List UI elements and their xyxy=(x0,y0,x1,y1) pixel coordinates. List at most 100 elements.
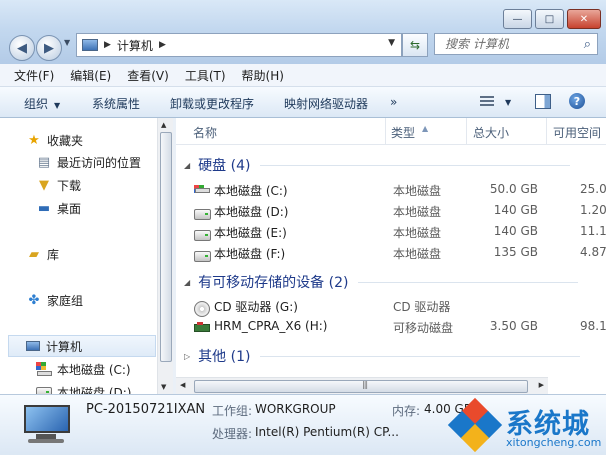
drive-name: 本地磁盘 (C:) xyxy=(214,184,288,198)
nav-recent-label: 最近访问的位置 xyxy=(57,155,142,170)
nav-favorites[interactable]: ★ 收藏夹 xyxy=(26,130,83,150)
search-icon[interactable]: ⌕ xyxy=(584,37,591,52)
nav-computer[interactable]: 计算机 xyxy=(8,335,156,357)
drive-name: 本地磁盘 (E:) xyxy=(214,226,287,240)
group-removable-label: 有可移动存储的设备 (2) xyxy=(198,275,349,291)
nav-recent[interactable]: ▤ 最近访问的位置 xyxy=(36,152,141,172)
scrollbar-grip-icon: ||| xyxy=(362,380,368,389)
refresh-icon: ⇆ xyxy=(409,38,421,52)
drive-free: 11.1 xyxy=(580,224,606,238)
menu-help[interactable]: 帮助(H) xyxy=(242,67,284,84)
group-hard-disks-label: 硬盘 (4) xyxy=(198,158,251,174)
drive-free: 1.20 xyxy=(580,203,606,217)
forward-button[interactable]: ▶ xyxy=(36,35,62,61)
drive-free: 98.1 xyxy=(580,319,606,333)
address-dropdown-icon[interactable]: ▼ xyxy=(388,38,395,48)
nav-desktop[interactable]: ▬ 桌面 xyxy=(36,198,81,218)
back-button[interactable]: ◀ xyxy=(9,35,35,61)
menu-view[interactable]: 查看(V) xyxy=(127,67,169,84)
scrollbar-thumb[interactable] xyxy=(194,380,528,393)
scroll-down-icon[interactable]: ▼ xyxy=(161,383,166,391)
collapse-triangle-icon[interactable]: ◢ xyxy=(184,161,190,170)
drive-name: 本地磁盘 (F:) xyxy=(214,247,286,261)
nav-favorites-label: 收藏夹 xyxy=(47,133,84,148)
drive-type: 本地磁盘 xyxy=(393,205,442,219)
drive-total: 140 GB xyxy=(493,203,538,217)
drive-row-e[interactable]: 本地磁盘 (E:) 本地磁盘 140 GB 11.1 xyxy=(176,221,606,241)
nav-libraries[interactable]: ▰ 库 xyxy=(26,244,59,264)
minimize-button[interactable]: — xyxy=(503,9,532,29)
watermark-url: xitongcheng.com xyxy=(506,436,602,449)
group-divider xyxy=(260,355,581,357)
drive-row-g[interactable]: CD 驱动器 (G:) CD 驱动器 xyxy=(176,295,606,317)
computer-large-icon xyxy=(22,405,72,445)
address-bar[interactable]: ▶ 计算机 ▶ ▼ xyxy=(76,33,402,57)
breadcrumb-computer[interactable]: 计算机 xyxy=(117,37,153,54)
map-network-drive-button[interactable]: 映射网络驱动器 xyxy=(284,95,368,112)
nav-drive-d[interactable]: 本地磁盘 (D:) xyxy=(36,382,131,394)
drive-name: HRM_CPRA_X6 (H:) xyxy=(214,319,328,333)
close-button[interactable]: ✕ xyxy=(567,9,601,29)
drive-type: 本地磁盘 xyxy=(393,184,442,198)
close-icon: ✕ xyxy=(579,13,589,25)
workgroup-value: WORKGROUP xyxy=(255,402,336,416)
command-bar: 组织 ▼ 系统属性 卸载或更改程序 映射网络驱动器 » ▼ ? xyxy=(0,87,606,118)
nav-drive-c-label: 本地磁盘 (C:) xyxy=(57,362,131,377)
file-list-pane: 名称 类型 ▲ 总大小 可用空间 ◢ 硬盘 (4) 本地磁盘 (C:) 本地磁盘… xyxy=(176,118,606,394)
drive-type: CD 驱动器 xyxy=(393,300,451,314)
group-other-label: 其他 (1) xyxy=(198,349,251,365)
navigation-pane: ★ 收藏夹 ▤ 最近访问的位置 ▼ 下载 ▬ 桌面 ▰ 库 ✤ 家庭组 计算机 xyxy=(0,118,172,394)
more-commands-button[interactable]: » xyxy=(390,95,397,109)
scroll-right-icon[interactable]: ▶ xyxy=(539,381,544,389)
uninstall-program-button[interactable]: 卸载或更改程序 xyxy=(170,95,254,112)
drive-row-d[interactable]: 本地磁盘 (D:) 本地磁盘 140 GB 1.20 xyxy=(176,200,606,220)
drive-row-c[interactable]: 本地磁盘 (C:) 本地磁盘 50.0 GB 25.0 xyxy=(176,179,606,199)
view-options-icon[interactable] xyxy=(480,96,494,108)
scroll-left-icon[interactable]: ◀ xyxy=(180,381,185,389)
explorer-window: — □ ✕ ◀ ▶ ▼ ▶ 计算机 ▶ ▼ ⇆ ⌕ 文件(F) 编辑(E) 查看… xyxy=(0,0,606,455)
column-total-size[interactable]: 总大小 xyxy=(473,124,509,141)
preview-pane-icon[interactable] xyxy=(535,94,551,109)
drive-row-f[interactable]: 本地磁盘 (F:) 本地磁盘 135 GB 4.87 xyxy=(176,242,606,262)
group-other[interactable]: ▷ 其他 (1) xyxy=(184,346,581,366)
scroll-up-icon[interactable]: ▲ xyxy=(161,121,166,129)
scrollbar-thumb[interactable] xyxy=(160,132,172,362)
recent-pages-dropdown[interactable]: ▼ xyxy=(64,38,70,47)
view-dropdown-icon[interactable]: ▼ xyxy=(505,98,511,107)
menu-bar: 文件(F) 编辑(E) 查看(V) 工具(T) 帮助(H) xyxy=(0,64,606,87)
organize-button[interactable]: 组织 ▼ xyxy=(24,95,60,112)
drive-free: 4.87 xyxy=(580,245,606,259)
breadcrumb-separator-icon[interactable]: ▶ xyxy=(159,40,166,50)
nav-homegroup[interactable]: ✤ 家庭组 xyxy=(26,290,83,310)
menu-tools[interactable]: 工具(T) xyxy=(185,67,226,84)
group-removable[interactable]: ◢ 有可移动存储的设备 (2) xyxy=(184,272,579,292)
watermark-logo-icon xyxy=(447,397,503,453)
expand-triangle-icon[interactable]: ▷ xyxy=(184,352,190,361)
nav-vertical-scrollbar[interactable]: ▲ ▼ xyxy=(157,118,173,394)
menu-file[interactable]: 文件(F) xyxy=(14,67,54,84)
group-hard-disks[interactable]: ◢ 硬盘 (4) xyxy=(184,155,571,175)
search-input[interactable] xyxy=(443,36,577,52)
forward-arrow-icon: ▶ xyxy=(44,40,54,56)
nav-drive-c[interactable]: 本地磁盘 (C:) xyxy=(36,359,131,379)
column-type[interactable]: 类型 xyxy=(391,124,415,141)
downloads-folder-icon: ▼ xyxy=(39,177,49,193)
help-icon[interactable]: ? xyxy=(569,93,585,109)
system-properties-button[interactable]: 系统属性 xyxy=(92,95,140,112)
search-box[interactable]: ⌕ xyxy=(434,33,598,55)
content-horizontal-scrollbar[interactable]: ◀ ||| ▶ xyxy=(176,377,548,395)
drive-free: 25.0 xyxy=(580,182,606,196)
column-free-space[interactable]: 可用空间 xyxy=(553,124,601,141)
drive-total: 3.50 GB xyxy=(489,319,538,333)
nav-downloads-label: 下载 xyxy=(57,178,82,193)
nav-desktop-label: 桌面 xyxy=(57,201,82,216)
maximize-button[interactable]: □ xyxy=(535,9,564,29)
refresh-button[interactable]: ⇆ xyxy=(402,33,428,57)
menu-edit[interactable]: 编辑(E) xyxy=(70,67,111,84)
nav-downloads[interactable]: ▼ 下载 xyxy=(36,175,81,195)
minimize-icon: — xyxy=(512,13,523,25)
drive-row-h[interactable]: HRM_CPRA_X6 (H:) 可移动磁盘 3.50 GB 98.1 xyxy=(176,316,606,336)
column-name[interactable]: 名称 xyxy=(193,124,217,141)
collapse-triangle-icon[interactable]: ◢ xyxy=(184,278,190,287)
nav-homegroup-label: 家庭组 xyxy=(47,293,84,308)
